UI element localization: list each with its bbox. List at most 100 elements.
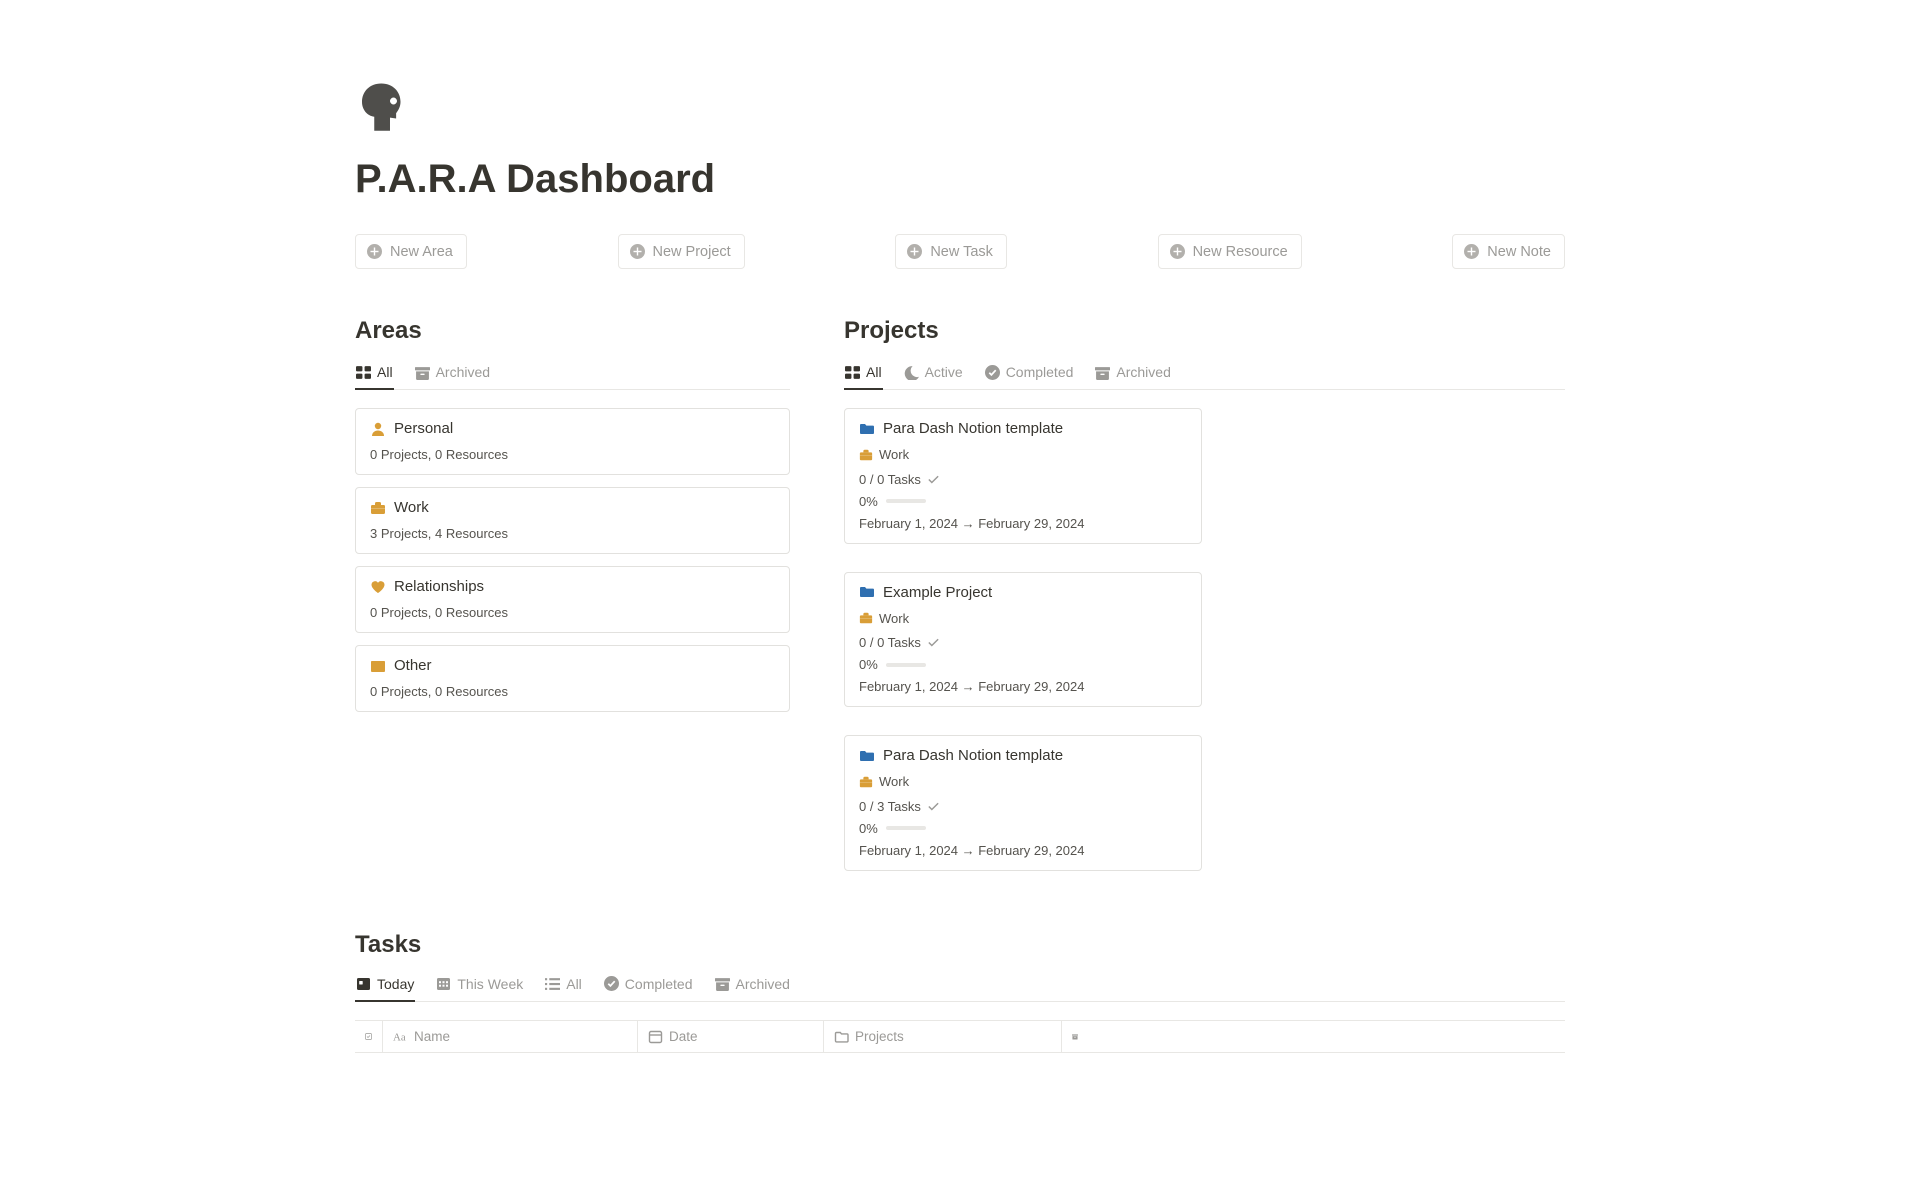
project-dates: February 1, 2024 → February 29, 2024 bbox=[859, 516, 1187, 531]
plus-icon bbox=[1463, 243, 1480, 260]
archive-icon bbox=[1095, 365, 1110, 380]
briefcase-icon bbox=[370, 500, 386, 516]
project-area: Work bbox=[859, 774, 909, 789]
check-icon bbox=[927, 473, 940, 486]
text-icon bbox=[393, 1029, 408, 1044]
project-card[interactable]: Example Project Work 0 / 0 Tasks 0% Fe bbox=[844, 572, 1202, 708]
archive-icon bbox=[415, 365, 430, 380]
project-card[interactable]: Para Dash Notion template Work 0 / 3 Tas… bbox=[844, 735, 1202, 871]
area-card-personal[interactable]: Personal 0 Projects, 0 Resources bbox=[355, 408, 790, 475]
new-project-button[interactable]: New Project bbox=[618, 234, 745, 269]
page-title: P.A.R.A Dashboard bbox=[355, 157, 1565, 202]
page-container: P.A.R.A Dashboard New Area New Project N… bbox=[355, 0, 1565, 1093]
plus-icon bbox=[1169, 243, 1186, 260]
new-note-button[interactable]: New Note bbox=[1452, 234, 1565, 269]
gallery-icon bbox=[356, 365, 371, 380]
areas-tabs: All Archived bbox=[355, 359, 790, 390]
col-archive[interactable] bbox=[1062, 1021, 1088, 1052]
area-name: Personal bbox=[394, 420, 453, 437]
project-card[interactable]: Para Dash Notion template Work 0 / 0 Tas… bbox=[844, 408, 1202, 544]
new-task-button[interactable]: New Task bbox=[895, 234, 1007, 269]
area-card-other[interactable]: Other 0 Projects, 0 Resources bbox=[355, 645, 790, 712]
new-resource-button[interactable]: New Resource bbox=[1158, 234, 1302, 269]
tasks-tab-this-week[interactable]: This Week bbox=[435, 971, 524, 1002]
progress-bar bbox=[886, 499, 926, 503]
check-icon bbox=[927, 800, 940, 813]
briefcase-icon bbox=[859, 611, 873, 625]
new-note-label: New Note bbox=[1487, 244, 1551, 260]
tasks-section: Tasks Today This Week All Completed Arch… bbox=[355, 931, 1565, 1053]
tasks-tab-completed[interactable]: Completed bbox=[603, 971, 694, 1002]
checkbox-icon bbox=[365, 1029, 372, 1044]
areas-tab-all[interactable]: All bbox=[355, 359, 394, 390]
project-name: Para Dash Notion template bbox=[883, 420, 1063, 437]
plus-icon bbox=[629, 243, 646, 260]
area-name: Other bbox=[394, 657, 432, 674]
project-area: Work bbox=[859, 447, 909, 462]
area-meta: 0 Projects, 0 Resources bbox=[370, 684, 775, 699]
heart-icon bbox=[370, 579, 386, 595]
archive-icon bbox=[1072, 1029, 1078, 1044]
areas-tab-archived[interactable]: Archived bbox=[414, 359, 491, 390]
check-icon bbox=[927, 636, 940, 649]
project-progress: 0% bbox=[859, 657, 1187, 672]
projects-tab-all[interactable]: All bbox=[844, 359, 883, 390]
project-progress: 0% bbox=[859, 494, 1187, 509]
tasks-table-header: Name Date Projects bbox=[355, 1020, 1565, 1053]
projects-section: Projects All Active Completed Archived bbox=[844, 317, 1565, 885]
projects-tab-active[interactable]: Active bbox=[903, 359, 964, 390]
project-dates: February 1, 2024 → February 29, 2024 bbox=[859, 843, 1187, 858]
tasks-tab-today[interactable]: Today bbox=[355, 971, 415, 1002]
briefcase-icon bbox=[859, 775, 873, 789]
action-buttons-row: New Area New Project New Task New Resour… bbox=[355, 234, 1565, 269]
col-name[interactable]: Name bbox=[383, 1021, 638, 1052]
area-meta: 0 Projects, 0 Resources bbox=[370, 447, 775, 462]
col-checkbox[interactable] bbox=[355, 1021, 383, 1052]
tasks-tab-archived[interactable]: Archived bbox=[714, 971, 791, 1002]
projects-tab-completed[interactable]: Completed bbox=[984, 359, 1075, 390]
projects-grid: Para Dash Notion template Work 0 / 0 Tas… bbox=[844, 408, 1565, 885]
tasks-tab-all[interactable]: All bbox=[544, 971, 583, 1002]
check-circle-icon bbox=[985, 365, 1000, 380]
project-tasks-count: 0 / 0 Tasks bbox=[859, 472, 1187, 487]
area-name: Work bbox=[394, 499, 429, 516]
area-meta: 3 Projects, 4 Resources bbox=[370, 526, 775, 541]
archive-box-icon bbox=[370, 658, 386, 674]
area-card-work[interactable]: Work 3 Projects, 4 Resources bbox=[355, 487, 790, 554]
person-icon bbox=[370, 421, 386, 437]
progress-bar bbox=[886, 663, 926, 667]
new-resource-label: New Resource bbox=[1193, 244, 1288, 260]
tasks-heading: Tasks bbox=[355, 931, 1565, 959]
col-projects[interactable]: Projects bbox=[824, 1021, 1062, 1052]
projects-tabs: All Active Completed Archived bbox=[844, 359, 1565, 390]
area-meta: 0 Projects, 0 Resources bbox=[370, 605, 775, 620]
moon-icon bbox=[904, 365, 919, 380]
new-area-button[interactable]: New Area bbox=[355, 234, 467, 269]
project-tasks-count: 0 / 3 Tasks bbox=[859, 799, 1187, 814]
project-name: Para Dash Notion template bbox=[883, 747, 1063, 764]
project-tasks-count: 0 / 0 Tasks bbox=[859, 635, 1187, 650]
archive-icon bbox=[715, 976, 730, 991]
project-progress: 0% bbox=[859, 821, 1187, 836]
area-card-relationships[interactable]: Relationships 0 Projects, 0 Resources bbox=[355, 566, 790, 633]
page-icon bbox=[355, 80, 1565, 139]
list-icon bbox=[545, 976, 560, 991]
folder-icon bbox=[859, 748, 875, 764]
gallery-icon bbox=[845, 365, 860, 380]
plus-icon bbox=[906, 243, 923, 260]
progress-bar bbox=[886, 826, 926, 830]
project-area: Work bbox=[859, 611, 909, 626]
project-dates: February 1, 2024 → February 29, 2024 bbox=[859, 679, 1187, 694]
col-date[interactable]: Date bbox=[638, 1021, 824, 1052]
check-circle-icon bbox=[604, 976, 619, 991]
projects-tab-archived[interactable]: Archived bbox=[1094, 359, 1171, 390]
calendar-grid-icon bbox=[436, 976, 451, 991]
tasks-tabs: Today This Week All Completed Archived bbox=[355, 971, 1565, 1002]
folder-outline-icon bbox=[834, 1029, 849, 1044]
folder-icon bbox=[859, 421, 875, 437]
project-name: Example Project bbox=[883, 584, 992, 601]
new-task-label: New Task bbox=[930, 244, 993, 260]
calendar-today-icon bbox=[356, 976, 371, 991]
plus-icon bbox=[366, 243, 383, 260]
briefcase-icon bbox=[859, 448, 873, 462]
